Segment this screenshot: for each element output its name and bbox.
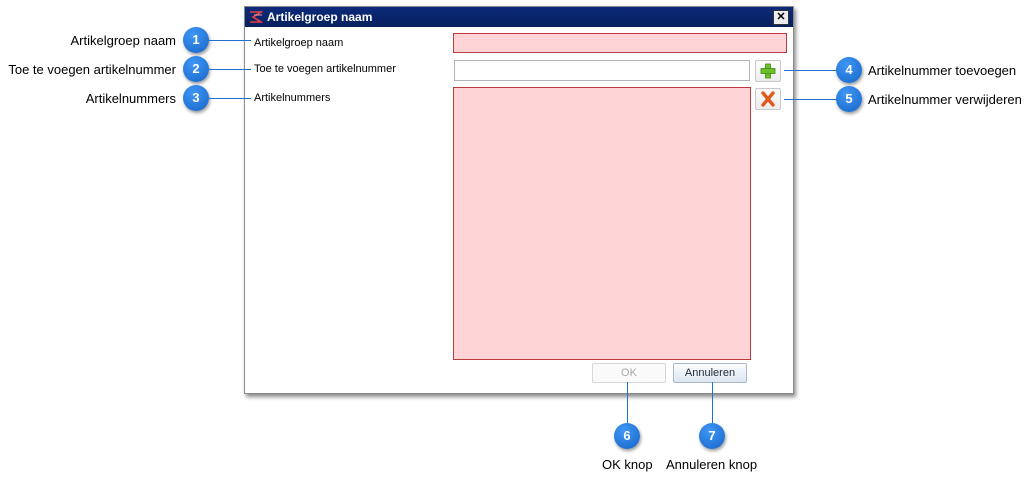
callout-badge-2: 2 [183,56,209,82]
close-button[interactable]: ✕ [773,10,789,25]
callout-badge-7: 7 [699,423,725,449]
ok-button[interactable]: OK [592,363,666,383]
callout-label-2: Toe te voegen artikelnummer [8,62,176,77]
delete-x-icon [761,91,775,107]
numbers-label: Artikelnummers [254,92,331,104]
callout-label-4: Artikelnummer toevoegen [868,63,1017,78]
callout-badge-6: 6 [614,423,640,449]
add-number-input[interactable] [455,61,749,81]
remove-number-button[interactable] [755,88,781,110]
callout-label-5: Artikelnummer verwijderen [868,92,1022,107]
callout-line-3 [209,98,251,99]
title-bar: Artikelgroep naam ✕ [245,7,793,27]
callout-label-1: Artikelgroep naam [70,33,177,48]
callout-line-6 [627,382,628,424]
callout-label-7: Annuleren knop [666,457,758,472]
numbers-list[interactable] [453,87,751,360]
callout-badge-5: 5 [836,86,862,112]
callout-label-6: OK knop [602,457,653,472]
dialog-title: Artikelgroep naam [267,10,373,24]
add-number-button[interactable] [755,60,781,82]
callout-badge-3: 3 [183,85,209,111]
callout-line-4 [784,70,837,71]
callout-line-5 [784,99,837,100]
add-number-field[interactable] [454,60,750,81]
add-number-label: Toe te voegen artikelnummer [254,63,396,75]
callout-line-2 [209,69,251,70]
dialog-window: Artikelgroep naam ✕ Artikelgroep naam To… [244,6,794,394]
callout-badge-4: 4 [836,57,862,83]
plus-icon [760,63,776,79]
cancel-button[interactable]: Annuleren [673,363,747,383]
callout-line-7 [712,382,713,424]
callout-badge-1: 1 [183,27,209,53]
close-icon: ✕ [776,11,786,23]
name-input[interactable] [454,35,786,53]
callout-label-3: Artikelnummers [85,91,176,106]
name-field[interactable] [453,33,787,53]
callout-line-1 [209,40,251,41]
name-label: Artikelgroep naam [254,37,344,49]
app-logo-icon [250,11,263,23]
